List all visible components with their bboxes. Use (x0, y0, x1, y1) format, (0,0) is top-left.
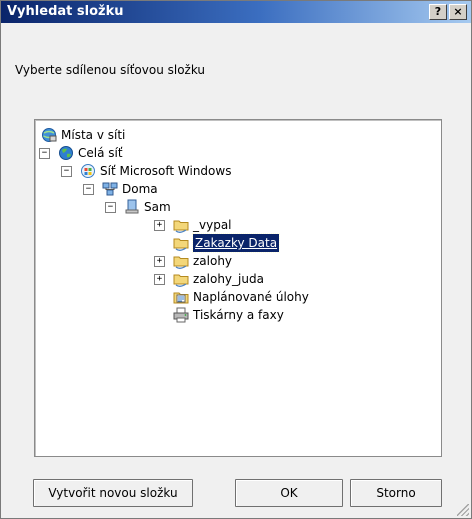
tree-item-label: zalohy_juda (193, 272, 264, 286)
shared-folder-icon (173, 220, 189, 233)
folder-tree[interactable]: Místa v síti − Celá síť − Síť Microsoft … (34, 119, 442, 457)
expand-toggle[interactable]: + (154, 256, 165, 267)
computer-icon (125, 199, 139, 214)
tree-item-label: zalohy (193, 254, 233, 268)
collapse-toggle[interactable]: − (61, 166, 72, 177)
tree-item-label: Zakazky Data (191, 233, 281, 253)
new-folder-button[interactable]: Vytvořit novou složku (33, 479, 193, 507)
printers-icon (173, 307, 189, 323)
close-button[interactable]: × (449, 4, 467, 20)
tree-item-label: Sam (144, 200, 171, 214)
expand-toggle[interactable]: + (154, 274, 165, 285)
help-button[interactable]: ? (429, 4, 447, 20)
dialog-title: Vyhledat složku (7, 4, 124, 19)
globe-icon (59, 146, 73, 160)
shared-folder-icon (173, 256, 189, 269)
resize-grip[interactable] (457, 504, 469, 516)
ok-button[interactable]: OK (235, 479, 343, 507)
tree-item-label: Celá síť (78, 146, 123, 160)
scheduled-tasks-icon (173, 292, 189, 304)
cancel-button[interactable]: Storno (350, 479, 442, 507)
tree-item-label: Místa v síti (61, 128, 126, 142)
tree-item-label: Doma (122, 182, 158, 196)
shared-folder-icon (173, 238, 189, 251)
collapse-toggle[interactable]: − (83, 184, 94, 195)
tree-item-label: Naplánované úlohy (193, 290, 309, 304)
collapse-toggle[interactable]: − (105, 202, 116, 213)
tree-item-label: Síť Microsoft Windows (100, 164, 232, 178)
tree-item-label: _vypal (193, 218, 232, 232)
browse-folder-dialog: Vyhledat složku ? × Vyberte sdílenou síť… (0, 0, 472, 519)
workgroup-icon (102, 182, 118, 196)
network-places-icon (42, 128, 57, 142)
instruction-text: Vyberte sdílenou síťovou složku (15, 63, 206, 77)
collapse-toggle[interactable]: − (39, 148, 50, 159)
title-bar[interactable]: Vyhledat složku ? × (1, 1, 471, 23)
windows-network-icon (81, 164, 95, 178)
shared-folder-icon (173, 274, 189, 287)
tree-item-label: Tiskárny a faxy (193, 308, 284, 322)
expand-toggle[interactable]: + (154, 220, 165, 231)
